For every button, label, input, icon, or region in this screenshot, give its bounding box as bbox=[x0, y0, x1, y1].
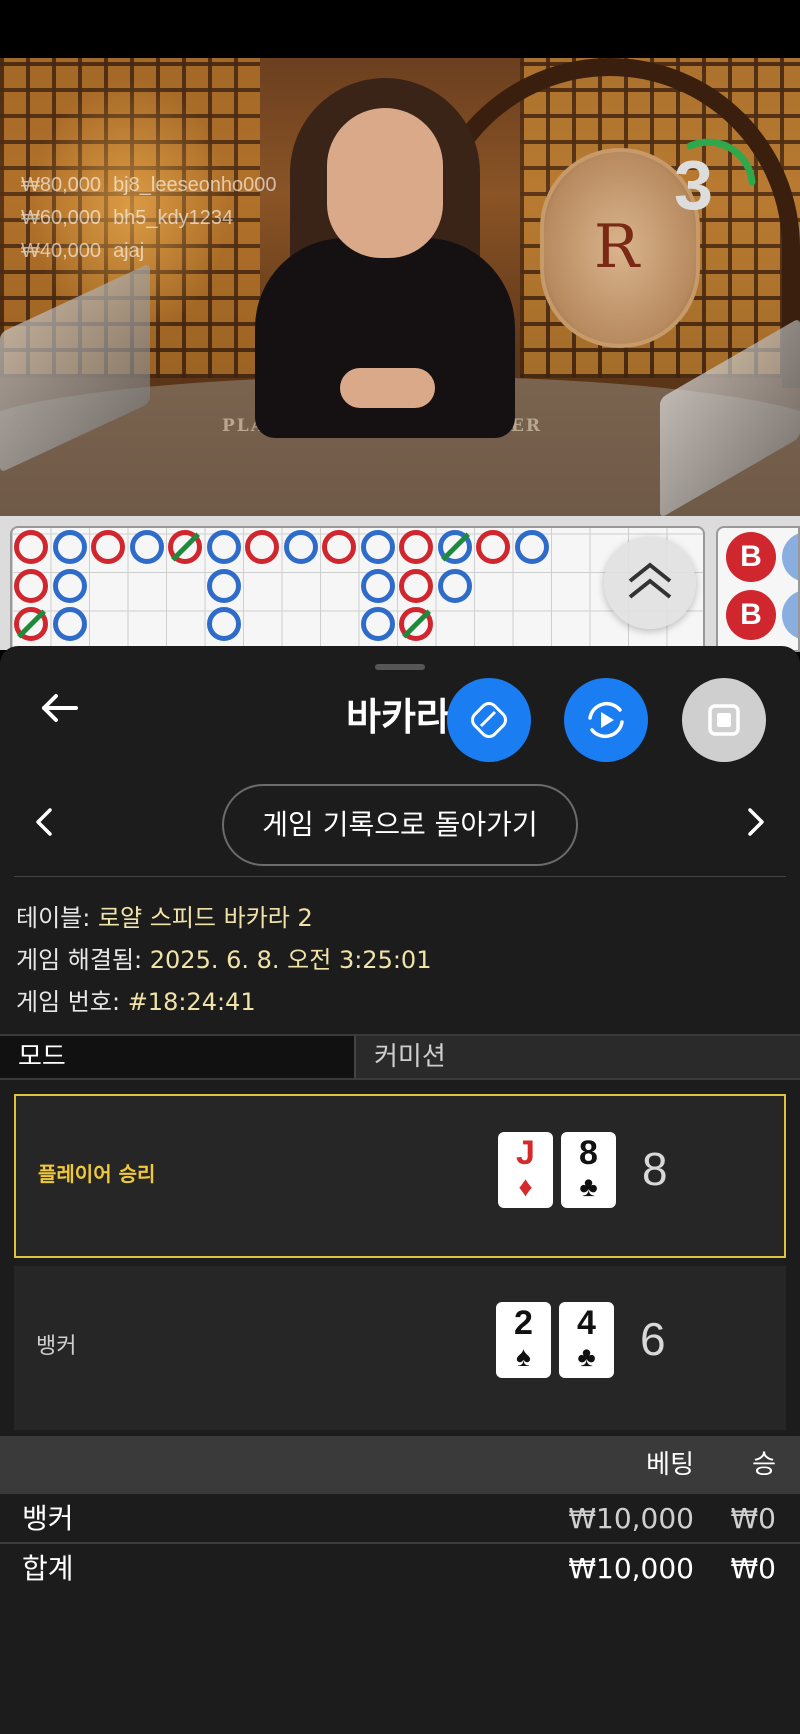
tab-commission[interactable]: 커미션 bbox=[356, 1036, 800, 1078]
player-ring bbox=[360, 607, 395, 641]
banker-result: 뱅커 2 ♠ 4 ♣ 6 bbox=[14, 1266, 786, 1430]
player-ring bbox=[129, 530, 164, 564]
banker-result-label: 뱅커 bbox=[36, 1334, 77, 1359]
game-number-info: 게임 번호: #18:24:41 bbox=[16, 988, 256, 1016]
player-ring bbox=[514, 530, 549, 564]
countdown-number: 3 bbox=[674, 146, 713, 224]
player-ring bbox=[360, 530, 395, 564]
player-score: 8 bbox=[642, 1143, 668, 1195]
table-info: 테이블: 로얄 스피드 바카라 2 bbox=[16, 904, 313, 932]
bead-banker: B bbox=[726, 532, 776, 582]
player-ring bbox=[206, 607, 241, 641]
chevron-right-icon bbox=[748, 808, 764, 836]
dealer bbox=[255, 78, 515, 438]
table-row: 뱅커 ₩10,000 ₩0 bbox=[0, 1494, 800, 1544]
banker-ring bbox=[245, 530, 279, 564]
tie-slash bbox=[402, 609, 431, 639]
swap-circle-icon bbox=[471, 702, 507, 738]
countdown-timer: 3 bbox=[660, 138, 760, 238]
player-ring bbox=[52, 568, 87, 603]
player-ring bbox=[206, 568, 241, 603]
player-ring bbox=[437, 530, 472, 564]
window-icon bbox=[708, 704, 740, 736]
row-win: ₩0 bbox=[730, 1552, 777, 1585]
tab-mode[interactable]: 모드 bbox=[0, 1036, 356, 1078]
row-name: 합계 bbox=[22, 1552, 74, 1585]
banker-ring bbox=[168, 530, 202, 564]
header-win: 승 bbox=[752, 1450, 776, 1480]
chevron-double-up-icon bbox=[628, 562, 672, 599]
bead-player bbox=[782, 532, 798, 582]
bead-banker: B bbox=[726, 590, 776, 640]
chevron-left-icon bbox=[36, 808, 52, 836]
banker-ring bbox=[399, 607, 433, 641]
player-ring bbox=[360, 568, 395, 603]
prev-game-button[interactable] bbox=[30, 802, 60, 842]
switch-table-button[interactable] bbox=[447, 678, 531, 762]
bet-row: ₩40,000 ajaj bbox=[21, 240, 145, 262]
result-tabs: 모드 커미션 bbox=[0, 1034, 800, 1080]
resolved-info: 게임 해결됨: 2025. 6. 8. 오전 3:25:01 bbox=[16, 946, 432, 974]
playing-card: J ♦ bbox=[498, 1132, 553, 1208]
player-ring bbox=[283, 530, 318, 564]
banker-ring bbox=[14, 568, 48, 603]
bead-road: B B bbox=[716, 526, 800, 652]
tie-slash bbox=[171, 532, 200, 562]
bead-player bbox=[782, 590, 798, 640]
header-bet: 베팅 bbox=[646, 1450, 694, 1480]
status-bar bbox=[0, 0, 800, 58]
player-ring bbox=[52, 530, 87, 564]
big-road bbox=[10, 526, 705, 652]
arrow-left-icon bbox=[42, 694, 78, 722]
replay-icon bbox=[588, 701, 624, 739]
sheet-title: 바카라 bbox=[346, 697, 451, 739]
minimize-button[interactable] bbox=[682, 678, 766, 762]
banker-ring bbox=[399, 568, 433, 603]
player-ring bbox=[206, 530, 241, 564]
row-bet: ₩10,000 bbox=[568, 1502, 694, 1535]
row-name: 뱅커 bbox=[22, 1502, 74, 1535]
banker-ring bbox=[14, 607, 48, 641]
sheet-grabber[interactable] bbox=[375, 664, 425, 670]
game-detail-sheet: 바카라 게임 기록으로 돌아가기 테이블: 로얄 스피드 바카라 2 게임 해결… bbox=[0, 646, 800, 1734]
banker-score: 6 bbox=[640, 1313, 666, 1365]
top-bets-list: ₩80,000 bj8_leeseonho000 ₩60,000 bh5_kdy12… bbox=[21, 174, 277, 273]
tie-slash bbox=[440, 532, 470, 562]
bet-summary-table: 베팅 승 뱅커 ₩10,000 ₩0 합계 ₩10,000 ₩0 bbox=[0, 1436, 800, 1594]
replay-button[interactable] bbox=[564, 678, 648, 762]
next-game-button[interactable] bbox=[740, 802, 770, 842]
banker-ring bbox=[91, 530, 125, 564]
player-result: 플레이어 승리 J ♦ 8 ♣ 8 bbox=[14, 1094, 786, 1258]
live-video[interactable]: R PLAYER BANKER ₩80,000bj8_leeseonho000 … bbox=[0, 58, 800, 516]
banker-ring bbox=[14, 530, 48, 564]
emblem-letter: R bbox=[594, 212, 640, 282]
table-row: 합계 ₩10,000 ₩0 bbox=[0, 1544, 800, 1594]
tie-slash bbox=[17, 609, 46, 639]
player-result-label: 플레이어 승리 bbox=[38, 1162, 156, 1186]
row-win: ₩0 bbox=[730, 1502, 777, 1535]
player-ring bbox=[52, 607, 87, 641]
divider bbox=[14, 876, 786, 877]
row-bet: ₩10,000 bbox=[568, 1552, 694, 1585]
playing-card: 4 ♣ bbox=[559, 1302, 614, 1378]
table-header: 베팅 승 bbox=[0, 1436, 800, 1494]
banker-ring bbox=[476, 530, 510, 564]
expand-roads-button[interactable] bbox=[604, 537, 696, 629]
playing-card: 2 ♠ bbox=[496, 1302, 551, 1378]
back-button[interactable] bbox=[38, 686, 82, 730]
banker-ring bbox=[399, 530, 433, 564]
back-to-history-button[interactable]: 게임 기록으로 돌아가기 bbox=[222, 784, 578, 866]
bet-row: ₩60,000 bh5_kdy1234 bbox=[21, 207, 234, 229]
banker-ring bbox=[322, 530, 356, 564]
bet-row: ₩80,000 bj8_leeseonho000 bbox=[21, 174, 277, 196]
playing-card: 8 ♣ bbox=[561, 1132, 616, 1208]
player-ring bbox=[437, 568, 472, 603]
